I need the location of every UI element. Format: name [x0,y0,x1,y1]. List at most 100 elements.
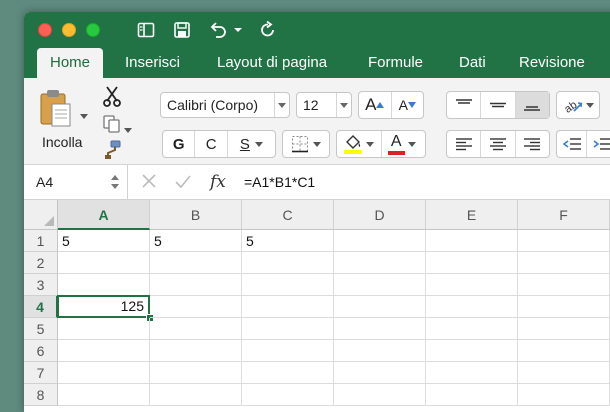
save-icon[interactable] [170,19,194,41]
align-bottom-button[interactable] [516,92,549,118]
cell-b6[interactable] [150,340,242,362]
column-header-d[interactable]: D [334,200,426,230]
select-all-button[interactable] [24,200,58,230]
paste-dropdown-icon[interactable] [80,106,88,124]
font-size-select[interactable]: 12 [296,92,352,118]
cell-b3[interactable] [150,274,242,296]
cell-e3[interactable] [426,274,518,296]
align-left-button[interactable] [447,131,481,157]
cut-icon[interactable] [102,86,122,106]
tab-dati[interactable]: Dati [449,48,496,78]
minimize-window-button[interactable] [62,23,76,37]
row-header-5[interactable]: 5 [24,318,58,340]
font-color-button[interactable]: A [382,131,426,157]
font-name-select[interactable]: Calibri (Corpo) [160,92,290,118]
column-header-f[interactable]: F [518,200,610,230]
cell-b4[interactable] [150,296,242,318]
row-header-6[interactable]: 6 [24,340,58,362]
cell-a7[interactable] [58,362,150,384]
cell-e5[interactable] [426,318,518,340]
cell-d2[interactable] [334,252,426,274]
underline-button[interactable]: S [228,131,275,157]
cell-c4[interactable] [242,296,334,318]
align-right-button[interactable] [516,131,549,157]
cell-c2[interactable] [242,252,334,274]
bold-button[interactable]: G [163,131,195,157]
zoom-window-button[interactable] [86,23,100,37]
formula-input[interactable]: =A1*B1*C1 [244,165,315,199]
cell-f8[interactable] [518,384,610,406]
cell-c1[interactable]: 5 [242,230,334,252]
shrink-font-button[interactable]: A [392,92,424,118]
format-painter-icon[interactable] [102,140,122,160]
borders-button[interactable] [283,131,329,157]
tab-inserisci[interactable]: Inserisci [115,48,190,78]
cell-d8[interactable] [334,384,426,406]
cell-e1[interactable] [426,230,518,252]
cell-f7[interactable] [518,362,610,384]
undo-icon[interactable] [206,19,230,41]
name-box[interactable]: A4 [24,165,128,199]
row-header-1[interactable]: 1 [24,230,58,252]
close-window-button[interactable] [38,23,52,37]
paste-icon[interactable] [38,88,78,128]
cell-d1[interactable] [334,230,426,252]
cell-d3[interactable] [334,274,426,296]
cell-c5[interactable] [242,318,334,340]
column-header-b[interactable]: B [150,200,242,230]
row-header-8[interactable]: 8 [24,384,58,406]
cell-d4[interactable] [334,296,426,318]
cell-b1[interactable]: 5 [150,230,242,252]
row-header-4[interactable]: 4 [24,296,58,318]
row-header-7[interactable]: 7 [24,362,58,384]
cell-c7[interactable] [242,362,334,384]
tab-revisione[interactable]: Revisione [509,48,595,78]
tab-formule[interactable]: Formule [358,48,433,78]
grow-font-button[interactable]: A [359,92,392,118]
column-header-c[interactable]: C [242,200,334,230]
italic-button[interactable]: C [195,131,227,157]
cell-a8[interactable] [58,384,150,406]
cell-f3[interactable] [518,274,610,296]
cell-d6[interactable] [334,340,426,362]
cell-e2[interactable] [426,252,518,274]
tab-home[interactable]: Home [37,48,103,78]
cell-a6[interactable] [58,340,150,362]
cell-d5[interactable] [334,318,426,340]
copy-dropdown-icon[interactable] [124,120,132,138]
align-middle-button[interactable] [481,92,515,118]
cell-b8[interactable] [150,384,242,406]
cell-b2[interactable] [150,252,242,274]
align-center-button[interactable] [481,131,515,157]
cell-a3[interactable] [58,274,150,296]
row-header-3[interactable]: 3 [24,274,58,296]
orientation-button[interactable]: ab [557,92,599,118]
copy-icon[interactable] [102,114,122,134]
cell-e7[interactable] [426,362,518,384]
column-header-e[interactable]: E [426,200,518,230]
cell-b5[interactable] [150,318,242,340]
tab-layout-di-pagina[interactable]: Layout di pagina [207,48,337,78]
cell-b7[interactable] [150,362,242,384]
cell-e4[interactable] [426,296,518,318]
align-top-button[interactable] [447,92,481,118]
cell-f4[interactable] [518,296,610,318]
cell-e8[interactable] [426,384,518,406]
fill-color-button[interactable] [337,131,382,157]
column-header-a[interactable]: A [58,200,150,230]
increase-indent-button[interactable] [587,131,610,157]
sidebar-toggle-icon[interactable] [134,19,158,41]
cell-f1[interactable] [518,230,610,252]
cell-c8[interactable] [242,384,334,406]
cell-a4[interactable]: 125 [57,295,150,318]
insert-function-button[interactable]: fx [210,165,226,199]
cell-a5[interactable] [58,318,150,340]
cancel-entry-icon[interactable] [141,165,157,199]
cell-c3[interactable] [242,274,334,296]
decrease-indent-button[interactable] [557,131,587,157]
cell-a1[interactable]: 5 [58,230,150,252]
cell-f2[interactable] [518,252,610,274]
cell-f5[interactable] [518,318,610,340]
cell-f6[interactable] [518,340,610,362]
row-header-2[interactable]: 2 [24,252,58,274]
